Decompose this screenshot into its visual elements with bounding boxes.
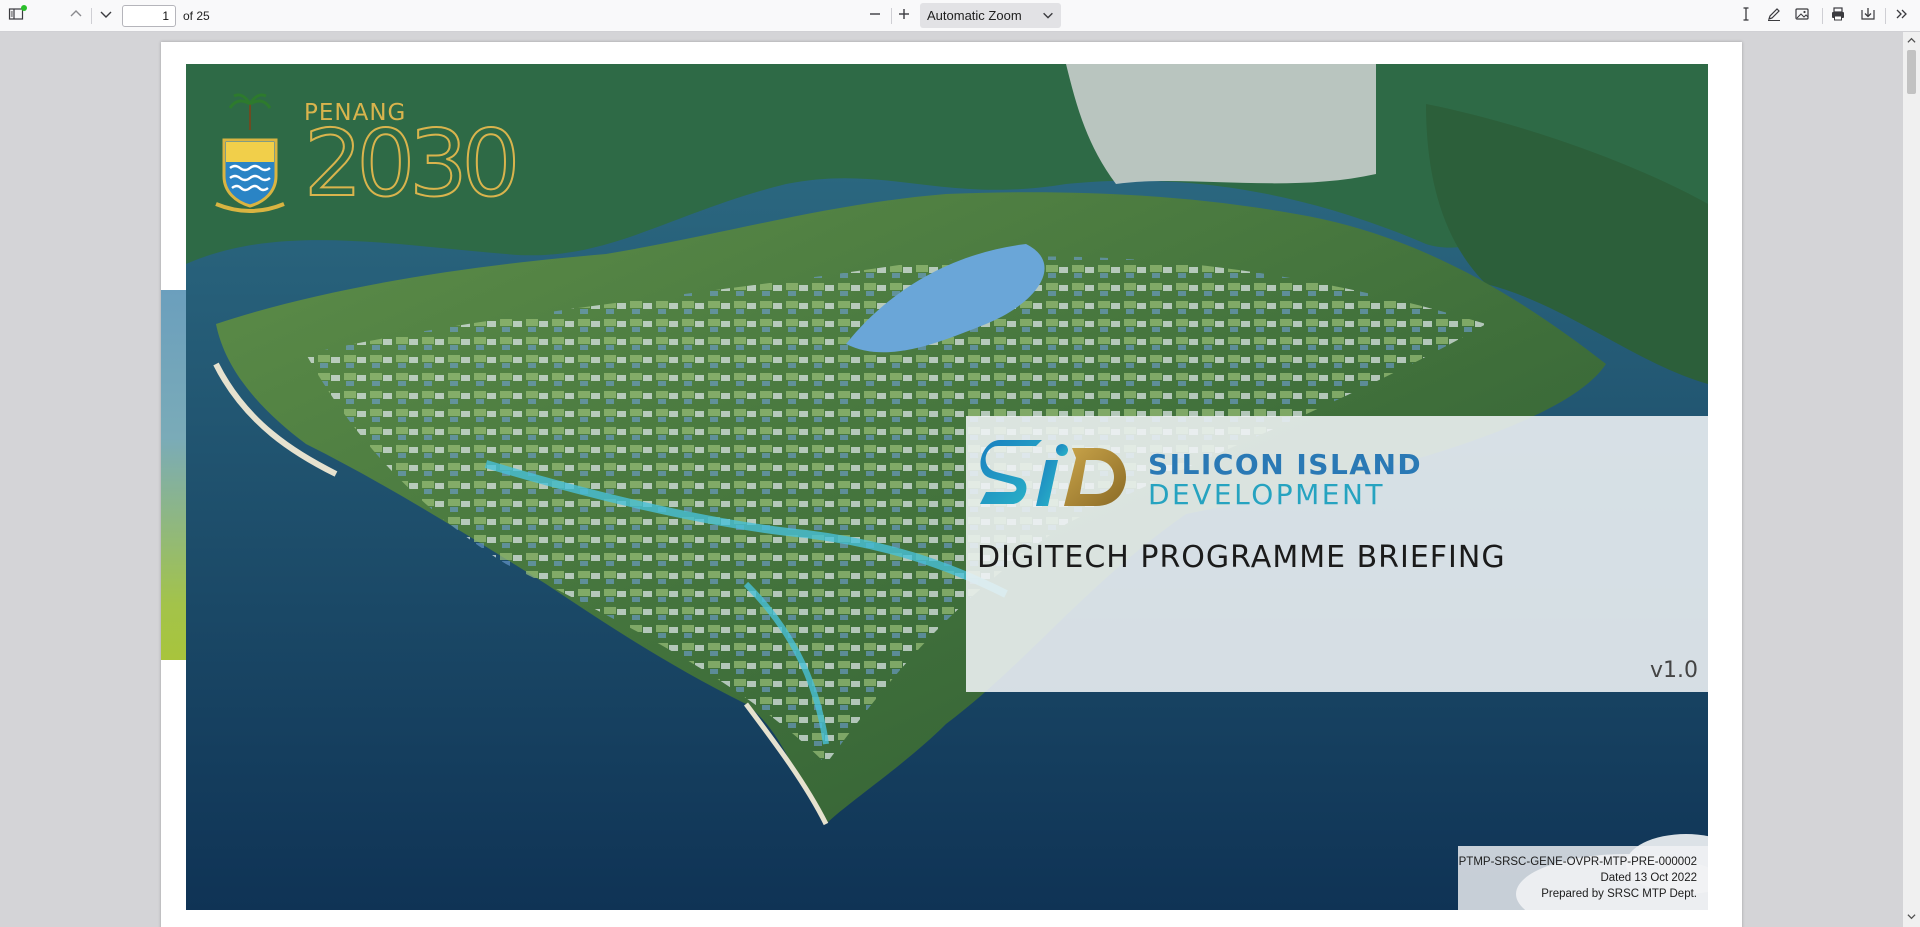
brand-name-line-2: DEVELOPMENT bbox=[1148, 478, 1386, 511]
toolbar-divider bbox=[1822, 8, 1823, 24]
next-page-button[interactable] bbox=[94, 4, 118, 28]
pdf-toolbar: of 25 Automatic Zoom bbox=[0, 0, 1920, 32]
pdf-page-1: PENANG 2030 SILICON ISLAND DEVELOPMENT D… bbox=[161, 42, 1742, 927]
double-chevron-right-icon bbox=[1894, 6, 1910, 27]
zoom-in-button[interactable] bbox=[892, 4, 916, 28]
penang-crest-icon bbox=[215, 93, 285, 213]
toolbar-divider bbox=[91, 8, 92, 24]
page-number-input[interactable] bbox=[122, 5, 176, 27]
pen-icon bbox=[1766, 6, 1782, 27]
penang-year: 2030 bbox=[303, 110, 521, 217]
chevron-down-icon bbox=[1041, 8, 1055, 22]
print-button[interactable] bbox=[1826, 4, 1850, 28]
text-cursor-icon bbox=[1738, 6, 1754, 27]
document-metadata: PTMP-SRSC-GENE-OVPR-MTP-PRE-000002 Dated… bbox=[1458, 846, 1708, 910]
document-title: DIGITECH PROGRAMME BRIEFING bbox=[977, 540, 1506, 575]
text-tool-button[interactable] bbox=[1734, 4, 1758, 28]
zoom-out-button[interactable] bbox=[863, 4, 887, 28]
image-tool-button[interactable] bbox=[1790, 4, 1814, 28]
previous-page-button[interactable] bbox=[64, 4, 88, 28]
document-version: v1.0 bbox=[1649, 658, 1698, 683]
notification-dot bbox=[21, 5, 27, 11]
document-date: Dated 13 Oct 2022 bbox=[1600, 872, 1697, 884]
print-icon bbox=[1830, 6, 1846, 27]
image-icon bbox=[1794, 6, 1810, 27]
vertical-scrollbar[interactable] bbox=[1903, 32, 1920, 927]
sid-monogram-logo bbox=[980, 440, 1126, 506]
brand-name-line-1: SILICON ISLAND bbox=[1148, 448, 1423, 481]
download-icon bbox=[1860, 6, 1876, 27]
plus-icon bbox=[896, 6, 912, 27]
document-prepared-by: Prepared by SRSC MTP Dept. bbox=[1541, 888, 1697, 900]
chevron-down-icon bbox=[98, 6, 114, 27]
cover-image: PENANG 2030 SILICON ISLAND DEVELOPMENT D… bbox=[186, 64, 1708, 910]
page-count-label: of 25 bbox=[183, 9, 210, 23]
minus-icon bbox=[867, 6, 883, 27]
draw-tool-button[interactable] bbox=[1762, 4, 1786, 28]
title-panel: SILICON ISLAND DEVELOPMENT DIGITECH PROG… bbox=[966, 416, 1708, 692]
zoom-select[interactable]: Automatic Zoom bbox=[920, 3, 1061, 28]
scrollbar-thumb[interactable] bbox=[1907, 50, 1916, 94]
document-viewer[interactable]: PENANG 2030 SILICON ISLAND DEVELOPMENT D… bbox=[0, 32, 1903, 927]
document-reference: PTMP-SRSC-GENE-OVPR-MTP-PRE-000002 bbox=[1458, 856, 1697, 868]
more-tools-button[interactable] bbox=[1890, 4, 1914, 28]
save-button[interactable] bbox=[1856, 4, 1880, 28]
chevron-up-icon bbox=[68, 6, 84, 27]
zoom-value: Automatic Zoom bbox=[927, 8, 1022, 23]
scroll-down-arrow-icon[interactable] bbox=[1907, 912, 1916, 921]
scroll-up-arrow-icon[interactable] bbox=[1907, 36, 1916, 45]
toolbar-divider bbox=[1885, 8, 1886, 24]
